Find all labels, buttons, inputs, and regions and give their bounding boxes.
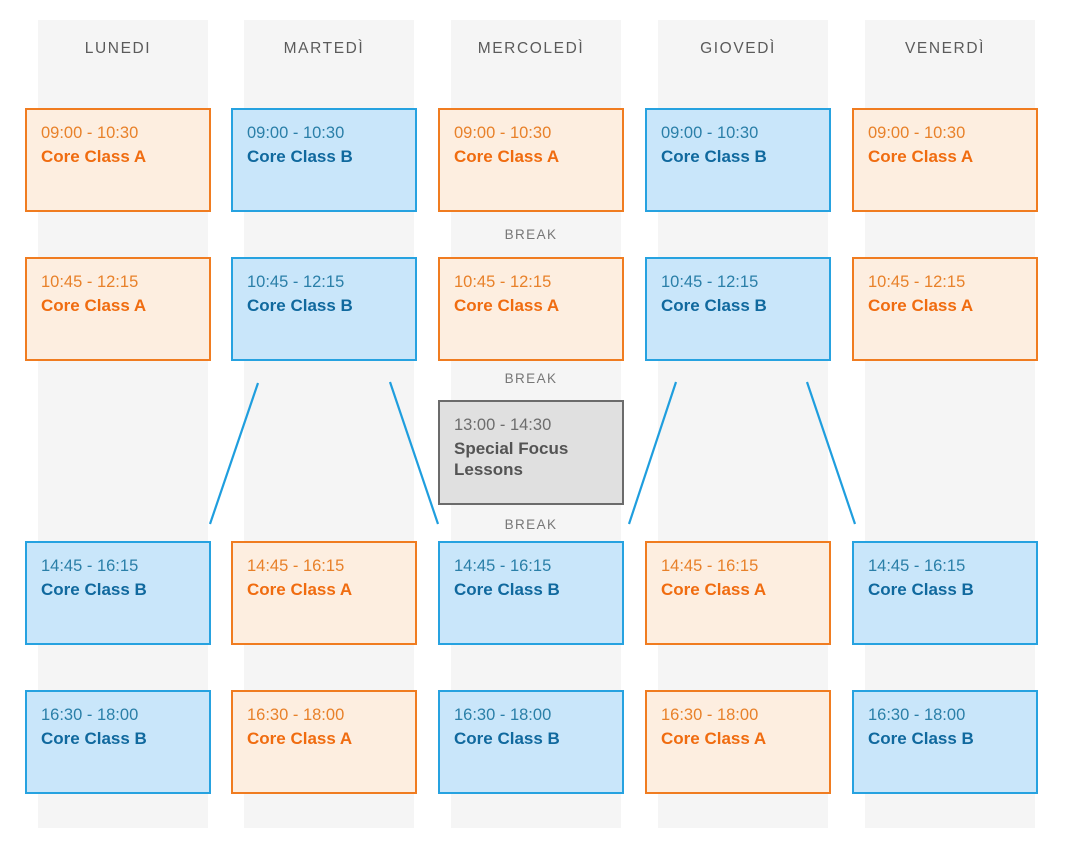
break-label-mercoledi-s2: BREAK: [504, 371, 558, 386]
event-title: Core Class A: [661, 728, 767, 748]
event-time: 09:00 - 10:30: [454, 124, 552, 142]
event-time: 14:45 - 16:15: [454, 557, 552, 575]
event-card-venerdi-s5[interactable]: 16:30 - 18:00 Core Class B: [852, 690, 1038, 794]
event-time: 10:45 - 12:15: [454, 273, 552, 291]
break-label-mercoledi-s1: BREAK: [504, 227, 558, 242]
event-title: Core Class A: [454, 146, 560, 166]
event-card-mercoledi-s1[interactable]: 09:00 - 10:30 Core Class A: [438, 108, 624, 212]
event-title: Core Class B: [454, 579, 560, 599]
event-card-venerdi-s4[interactable]: 14:45 - 16:15 Core Class B: [852, 541, 1038, 645]
event-card-mercoledi-s4[interactable]: 14:45 - 16:15 Core Class B: [438, 541, 624, 645]
event-time: 09:00 - 10:30: [868, 124, 966, 142]
day-header-giovedi: GIOVEDÌ: [700, 40, 776, 57]
event-time: 10:45 - 12:15: [41, 273, 139, 291]
event-card-lunedi-s5[interactable]: 16:30 - 18:00 Core Class B: [25, 690, 211, 794]
event-time: 16:30 - 18:00: [661, 706, 759, 724]
timetable-root: LUNEDI 09:00 - 10:30 Core Class A 10:45 - 1…: [0, 0, 1065, 858]
event-time: 16:30 - 18:00: [247, 706, 345, 724]
event-title: Core Class B: [454, 728, 560, 748]
event-time: 10:45 - 12:15: [247, 273, 345, 291]
event-title: Special Focus Lessons: [454, 438, 569, 479]
event-card-martedi-s5[interactable]: 16:30 - 18:00 Core Class A: [231, 690, 417, 794]
event-card-venerdi-s1[interactable]: 09:00 - 10:30 Core Class A: [852, 108, 1038, 212]
event-title: Core Class A: [247, 579, 353, 599]
event-title: Core Class B: [247, 146, 353, 166]
event-card-mercoledi-s5[interactable]: 16:30 - 18:00 Core Class B: [438, 690, 624, 794]
event-title: Core Class B: [41, 728, 147, 748]
event-card-mercoledi-s2[interactable]: 10:45 - 12:15 Core Class A: [438, 257, 624, 361]
event-card-martedi-s2[interactable]: 10:45 - 12:15 Core Class B: [231, 257, 417, 361]
day-header-mercoledi: MERCOLEDÌ: [477, 40, 585, 57]
timetable-columns: LUNEDI 09:00 - 10:30 Core Class A 10:45 - 1…: [0, 0, 1065, 858]
event-time: 14:45 - 16:15: [661, 557, 759, 575]
event-title: Core Class A: [868, 295, 974, 315]
event-title: Core Class B: [661, 146, 767, 166]
event-card-giovedi-s2[interactable]: 10:45 - 12:15 Core Class B: [645, 257, 831, 361]
event-title: Core Class B: [41, 579, 147, 599]
event-time: 10:45 - 12:15: [661, 273, 759, 291]
event-card-martedi-s1[interactable]: 09:00 - 10:30 Core Class B: [231, 108, 417, 212]
break-label-mercoledi-s3: BREAK: [504, 517, 558, 532]
event-title: Core Class A: [661, 579, 767, 599]
event-card-lunedi-s4[interactable]: 14:45 - 16:15 Core Class B: [25, 541, 211, 645]
event-card-giovedi-s1[interactable]: 09:00 - 10:30 Core Class B: [645, 108, 831, 212]
event-title: Core Class A: [247, 728, 353, 748]
event-time: 16:30 - 18:00: [41, 706, 139, 724]
event-time: 09:00 - 10:30: [41, 124, 139, 142]
event-title: Core Class A: [454, 295, 560, 315]
event-card-martedi-s4[interactable]: 14:45 - 16:15 Core Class A: [231, 541, 417, 645]
event-time: 09:00 - 10:30: [247, 124, 345, 142]
event-card-lunedi-s2[interactable]: 10:45 - 12:15 Core Class A: [25, 257, 211, 361]
day-header-lunedi: LUNEDI: [84, 40, 152, 57]
event-time: 13:00 - 14:30: [454, 416, 552, 434]
event-card-venerdi-s2[interactable]: 10:45 - 12:15 Core Class A: [852, 257, 1038, 361]
event-time: 10:45 - 12:15: [868, 273, 966, 291]
event-title: Core Class A: [868, 146, 974, 166]
event-time: 14:45 - 16:15: [868, 557, 966, 575]
event-card-giovedi-s5[interactable]: 16:30 - 18:00 Core Class A: [645, 690, 831, 794]
event-time: 14:45 - 16:15: [247, 557, 345, 575]
event-time: 09:00 - 10:30: [661, 124, 759, 142]
event-title: Core Class B: [868, 579, 974, 599]
event-time: 16:30 - 18:00: [454, 706, 552, 724]
day-header-martedi: MARTEDÌ: [283, 40, 365, 57]
event-title: Core Class B: [661, 295, 767, 315]
day-header-venerdi: VENERDÌ: [904, 40, 986, 57]
event-card-giovedi-s4[interactable]: 14:45 - 16:15 Core Class A: [645, 541, 831, 645]
event-card-lunedi-s1[interactable]: 09:00 - 10:30 Core Class A: [25, 108, 211, 212]
event-title: Core Class A: [41, 295, 147, 315]
event-time: 16:30 - 18:00: [868, 706, 966, 724]
event-card-mercoledi-s3[interactable]: 13:00 - 14:30 Special Focus Lessons: [438, 400, 624, 505]
event-title: Core Class B: [247, 295, 353, 315]
event-title: Core Class A: [41, 146, 147, 166]
event-title: Core Class B: [868, 728, 974, 748]
event-time: 14:45 - 16:15: [41, 557, 139, 575]
